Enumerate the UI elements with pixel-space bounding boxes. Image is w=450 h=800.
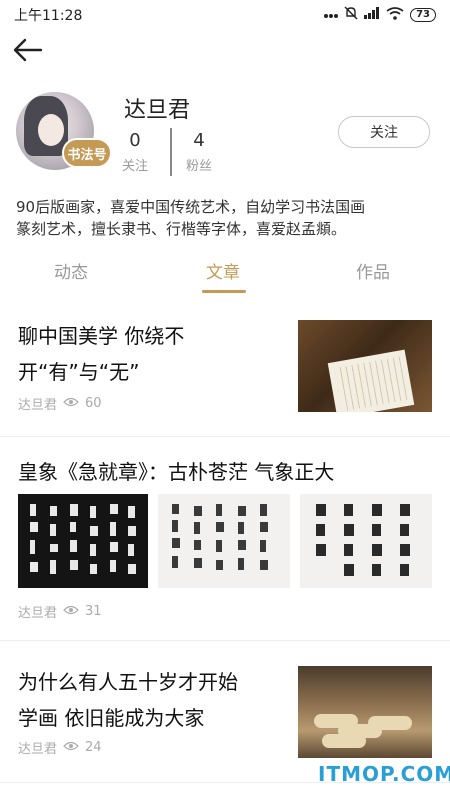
tab-articles[interactable]: 文章 — [206, 258, 240, 283]
bio-line-1: 90后版画家，喜爱中国传统艺术，自幼学习书法国画 — [16, 198, 366, 216]
article-author: 达旦君 — [18, 606, 58, 621]
user-bio: 90后版画家，喜爱中国传统艺术，自幼学习书法国画 篆刻艺术，擅长隶书、行楷等字体… — [16, 196, 436, 240]
article-title: 皇象《急就章》：古朴苍茫 气象正大 — [18, 460, 335, 484]
battery-indicator: 73 — [410, 8, 436, 22]
watermark: ITMOP.COM — [318, 762, 450, 786]
arrow-left-icon — [13, 38, 43, 62]
user-name: 达旦君 — [124, 98, 191, 123]
article-views: 31 — [85, 604, 102, 619]
eye-icon — [63, 740, 79, 755]
signal-icon — [364, 7, 380, 23]
article-title-line: 聊中国美学 你绕不 — [18, 324, 185, 348]
fans-label: 粉丝 — [186, 159, 213, 174]
article-thumbnail — [298, 320, 432, 412]
tab-activity[interactable]: 动态 — [54, 258, 88, 283]
article-meta: 达旦君 31 — [18, 602, 102, 621]
divider — [0, 640, 450, 641]
active-tab-indicator — [202, 290, 246, 293]
article-meta: 达旦君 24 — [18, 738, 102, 757]
article-author: 达旦君 — [18, 398, 58, 413]
article-thumbnail — [300, 494, 432, 588]
article-thumbnail — [298, 666, 432, 758]
stat-following[interactable]: 0 关注 — [122, 130, 148, 174]
status-bar: 上午11:28 73 — [0, 0, 450, 30]
follow-button[interactable]: 关注 — [338, 116, 430, 148]
article-title-line: 为什么有人五十岁才开始 — [18, 670, 238, 694]
article-thumbnail — [18, 494, 148, 588]
tab-bar: 动态 文章 作品 — [0, 252, 450, 296]
mute-icon — [344, 6, 358, 24]
eye-icon — [63, 604, 79, 619]
following-label: 关注 — [122, 159, 149, 174]
article-views: 24 — [85, 740, 102, 755]
eye-icon — [63, 396, 79, 411]
tab-works[interactable]: 作品 — [356, 258, 390, 283]
article-author: 达旦君 — [18, 742, 58, 757]
following-count: 0 — [129, 130, 141, 151]
bio-line-2: 篆刻艺术，擅长隶书、行楷等字体，喜爱赵孟頫。 — [16, 220, 347, 238]
article-views: 60 — [85, 396, 102, 411]
article-meta: 达旦君 60 — [18, 394, 102, 413]
status-time: 上午11:28 — [14, 8, 83, 24]
article-thumbnail — [158, 494, 290, 588]
status-icons: 73 — [324, 6, 436, 24]
divider — [0, 436, 450, 437]
more-dots-icon — [324, 7, 339, 23]
calligraphy-badge: 书法号 — [62, 138, 112, 168]
article-title-line: 开“有”与“无” — [18, 360, 140, 384]
fans-count: 4 — [193, 130, 205, 151]
stat-fans[interactable]: 4 粉丝 — [186, 130, 212, 174]
back-button[interactable] — [10, 32, 46, 68]
stat-divider — [170, 128, 172, 176]
wifi-icon — [386, 6, 404, 24]
article-title-line: 学画 依旧能成为大家 — [18, 706, 205, 730]
